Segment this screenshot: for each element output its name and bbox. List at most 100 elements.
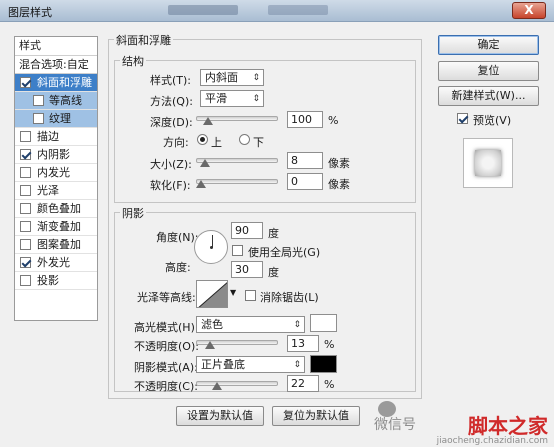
- style-item-checkbox[interactable]: [33, 95, 44, 106]
- technique-label: 方法(Q):: [150, 95, 193, 108]
- technique-select[interactable]: 平滑 ⇕: [200, 90, 264, 107]
- size-input[interactable]: 8: [287, 152, 323, 169]
- style-item-checkbox[interactable]: [20, 185, 31, 196]
- altitude-label: 高度:: [165, 261, 191, 274]
- altitude-input[interactable]: 30: [231, 261, 263, 278]
- highlight-opacity-unit: %: [324, 338, 335, 351]
- highlight-opacity-input[interactable]: 13: [287, 335, 319, 352]
- style-item-label: 外发光: [37, 256, 70, 269]
- direction-down-radio[interactable]: [239, 134, 250, 145]
- altitude-unit: 度: [268, 266, 279, 279]
- style-item-checkbox[interactable]: [20, 77, 31, 88]
- direction-up-radio[interactable]: [197, 134, 208, 145]
- style-list-item[interactable]: 投影: [15, 272, 97, 290]
- style-item-checkbox[interactable]: [20, 167, 31, 178]
- size-slider-thumb[interactable]: [199, 159, 210, 167]
- new-style-button[interactable]: 新建样式(W)...: [438, 86, 539, 106]
- watermark-url: jiaocheng.chazidian.com: [436, 436, 548, 446]
- style-item-label: 描边: [37, 130, 59, 143]
- updown-arrow-icon: ⇕: [252, 73, 260, 83]
- depth-slider[interactable]: [196, 114, 278, 125]
- title-bar: 图层样式 X: [0, 0, 554, 22]
- highlight-mode-select[interactable]: 滤色 ⇕: [196, 316, 305, 333]
- structure-title: 结构: [120, 53, 146, 69]
- shadow-opacity-input[interactable]: 22: [287, 375, 319, 392]
- style-item-checkbox[interactable]: [20, 131, 31, 142]
- style-list-item[interactable]: 内发光: [15, 164, 97, 182]
- shadow-mode-value: 正片叠底: [201, 358, 245, 371]
- style-item-label: 斜面和浮雕: [37, 76, 92, 89]
- make-default-button[interactable]: 设置为默认值: [176, 406, 264, 426]
- style-item-label: 渐变叠加: [37, 220, 81, 233]
- style-list-item[interactable]: 纹理: [15, 110, 97, 128]
- highlight-opacity-label: 不透明度(O):: [134, 340, 199, 353]
- antialias-label: 消除锯齿(L): [260, 291, 319, 304]
- soften-unit: 像素: [328, 178, 350, 191]
- gloss-contour-label: 光泽等高线:: [137, 291, 196, 304]
- soften-input[interactable]: 0: [287, 173, 323, 190]
- highlight-color-swatch[interactable]: [310, 314, 337, 332]
- reset-to-default-button[interactable]: 复位为默认值: [272, 406, 360, 426]
- style-item-checkbox[interactable]: [33, 113, 44, 124]
- updown-arrow-icon: ⇕: [252, 94, 260, 104]
- contour-dropdown-arrow-icon[interactable]: ▼: [230, 288, 236, 297]
- ok-button[interactable]: 确定: [438, 35, 539, 55]
- style-select[interactable]: 内斜面 ⇕: [200, 69, 264, 86]
- highlight-mode-label: 高光模式(H):: [134, 321, 199, 334]
- style-item-checkbox[interactable]: [20, 275, 31, 286]
- style-item-checkbox[interactable]: [20, 257, 31, 268]
- shadow-opacity-slider[interactable]: [196, 379, 278, 390]
- depth-unit: %: [328, 114, 339, 127]
- highlight-opacity-thumb[interactable]: [205, 341, 216, 349]
- style-item-checkbox[interactable]: [20, 203, 31, 214]
- preview-checkbox[interactable]: [457, 113, 468, 124]
- style-item-label: 投影: [37, 274, 59, 287]
- soften-label: 软化(F):: [150, 179, 191, 192]
- style-list-item[interactable]: 等高线: [15, 92, 97, 110]
- angle-input[interactable]: 90: [231, 222, 263, 239]
- style-item-checkbox[interactable]: [20, 239, 31, 250]
- depth-input[interactable]: 100: [287, 111, 323, 128]
- soften-slider[interactable]: [196, 177, 278, 188]
- blending-options-item[interactable]: 混合选项:自定: [15, 56, 97, 74]
- shadow-mode-select[interactable]: 正片叠底 ⇕: [196, 356, 305, 373]
- layer-style-dialog: 样式 混合选项:自定 斜面和浮雕等高线纹理描边内阴影 内发光 光泽 颜色叠加渐变叠加图…: [0, 22, 554, 447]
- style-list-item[interactable]: 内阴影: [15, 146, 97, 164]
- direction-label: 方向:: [163, 136, 189, 149]
- technique-select-value: 平滑: [205, 92, 227, 105]
- shadow-opacity-label: 不透明度(C):: [134, 380, 198, 393]
- gloss-contour-picker[interactable]: [196, 280, 228, 308]
- shadow-color-swatch[interactable]: [310, 355, 337, 373]
- preview-swatch: [475, 150, 501, 176]
- soften-slider-thumb[interactable]: [196, 180, 206, 188]
- style-item-checkbox[interactable]: [20, 149, 31, 160]
- antialias-checkbox[interactable]: [245, 290, 256, 301]
- shadow-opacity-thumb[interactable]: [211, 382, 222, 390]
- shadow-opacity-unit: %: [324, 378, 335, 391]
- shadow-mode-label: 阴影模式(A):: [134, 361, 198, 374]
- size-slider[interactable]: [196, 156, 278, 167]
- style-list-header[interactable]: 样式: [15, 37, 97, 56]
- depth-slider-thumb[interactable]: [203, 117, 214, 125]
- style-list-item[interactable]: 描边: [15, 128, 97, 146]
- contour-curve-icon: [198, 282, 227, 307]
- angle-dial[interactable]: [194, 230, 228, 264]
- blurred-tab: [168, 5, 238, 15]
- updown-arrow-icon: ⇕: [293, 360, 301, 370]
- style-list-item[interactable]: 斜面和浮雕: [15, 74, 97, 92]
- style-list-item[interactable]: 颜色叠加: [15, 200, 97, 218]
- close-button[interactable]: X: [512, 2, 546, 19]
- style-list-item[interactable]: 渐变叠加: [15, 218, 97, 236]
- window-title: 图层样式: [8, 6, 52, 19]
- style-item-label: 图案叠加: [37, 238, 81, 251]
- reset-button[interactable]: 复位: [438, 61, 539, 81]
- style-list-item[interactable]: 图案叠加: [15, 236, 97, 254]
- style-item-checkbox[interactable]: [20, 221, 31, 232]
- highlight-opacity-slider[interactable]: [196, 338, 278, 349]
- global-light-checkbox[interactable]: [232, 245, 243, 256]
- watermark-wechat-text: 微信号: [374, 417, 416, 433]
- highlight-mode-value: 滤色: [201, 318, 223, 331]
- style-item-label: 纹理: [49, 112, 71, 125]
- style-list-item[interactable]: 光泽: [15, 182, 97, 200]
- style-list-item[interactable]: 外发光: [15, 254, 97, 272]
